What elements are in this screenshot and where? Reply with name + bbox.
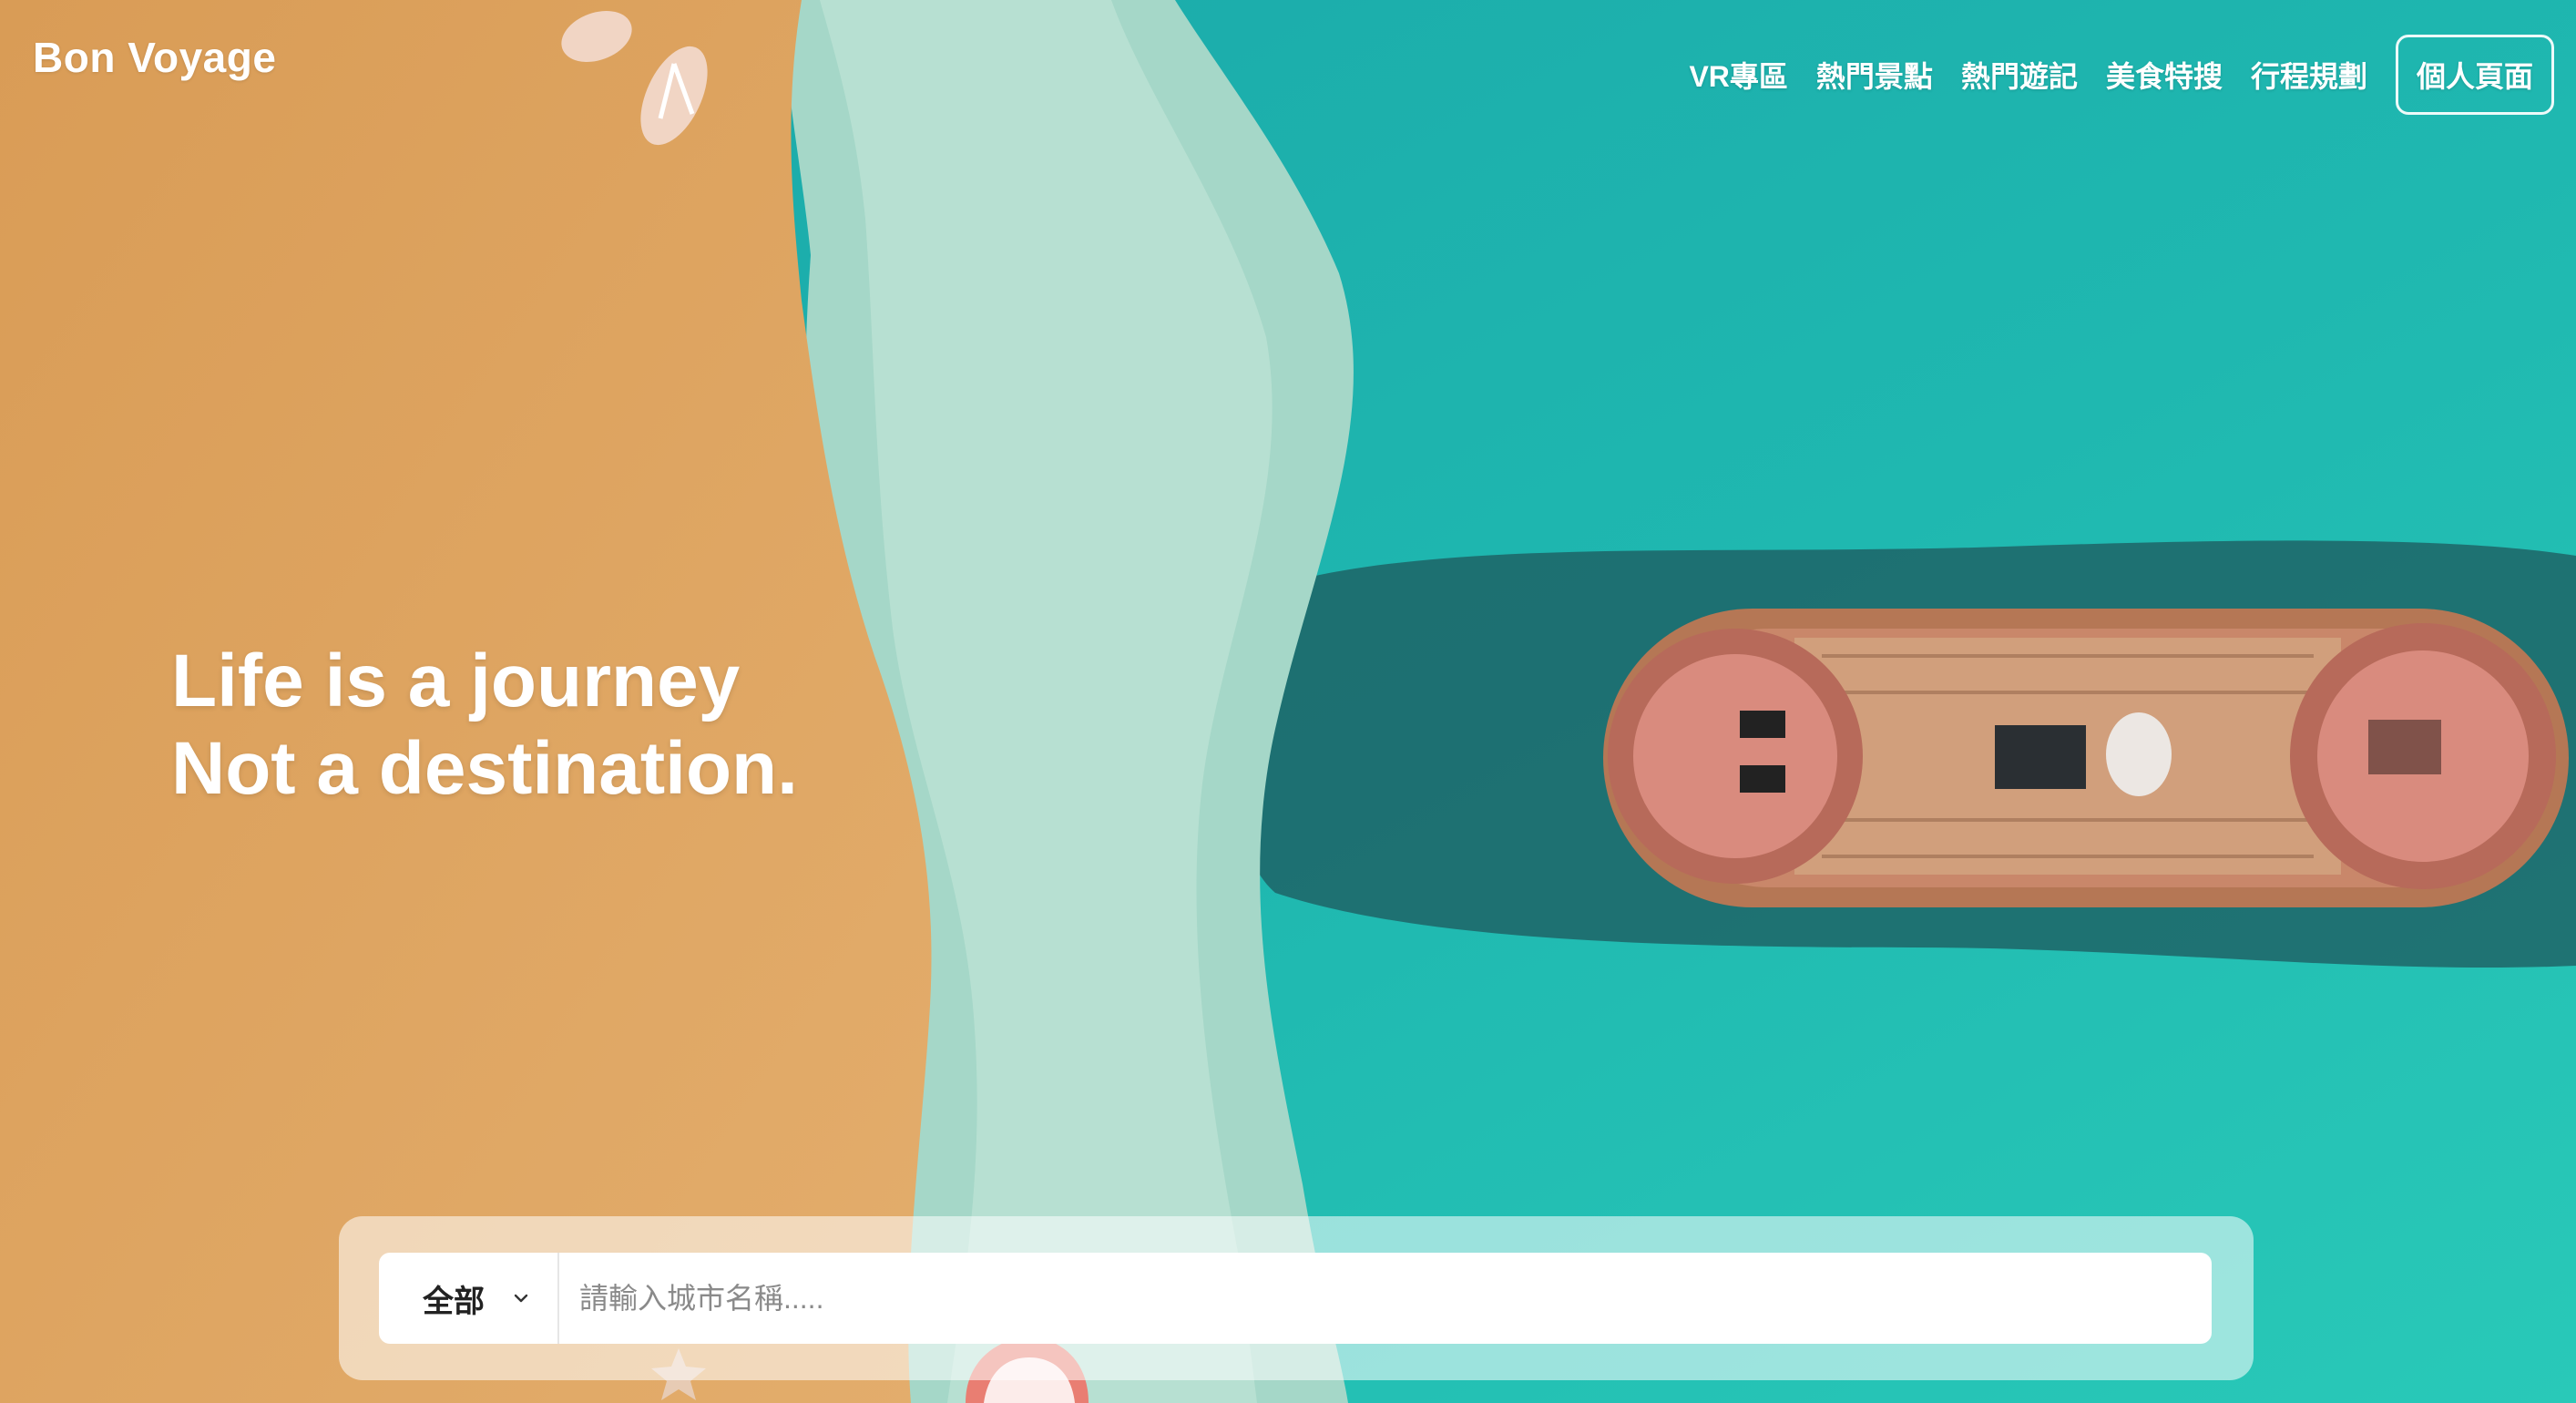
category-selected-value: 全部 <box>423 1284 485 1319</box>
hero-banner: Bon Voyage VR專區 熱門景點 熱門遊記 美食特搜 行程規劃 個人頁面… <box>0 0 2576 1403</box>
nav-item-attractions[interactable]: 熱門景點 <box>1816 54 1933 96</box>
site-logo[interactable]: Bon Voyage <box>33 33 276 82</box>
city-search-input[interactable] <box>559 1253 2212 1344</box>
search-panel: 全部 <box>339 1216 2254 1380</box>
nav-item-food[interactable]: 美食特搜 <box>2106 54 2223 96</box>
nav-item-travelogues[interactable]: 熱門遊記 <box>1961 54 2078 96</box>
category-dropdown[interactable]: 全部 <box>379 1253 559 1344</box>
hero-headline: Life is a journey Not a destination. <box>171 638 798 813</box>
nav-item-vr[interactable]: VR專區 <box>1689 54 1787 96</box>
hero-headline-line1: Life is a journey <box>171 640 741 722</box>
nav-item-itinerary[interactable]: 行程規劃 <box>2251 54 2367 96</box>
main-nav: VR專區 熱門景點 熱門遊記 美食特搜 行程規劃 個人頁面 <box>1689 35 2554 115</box>
search-bar: 全部 <box>379 1253 2212 1344</box>
profile-button[interactable]: 個人頁面 <box>2395 35 2554 115</box>
chevron-down-icon <box>514 1294 528 1303</box>
hero-headline-line2: Not a destination. <box>171 727 798 810</box>
